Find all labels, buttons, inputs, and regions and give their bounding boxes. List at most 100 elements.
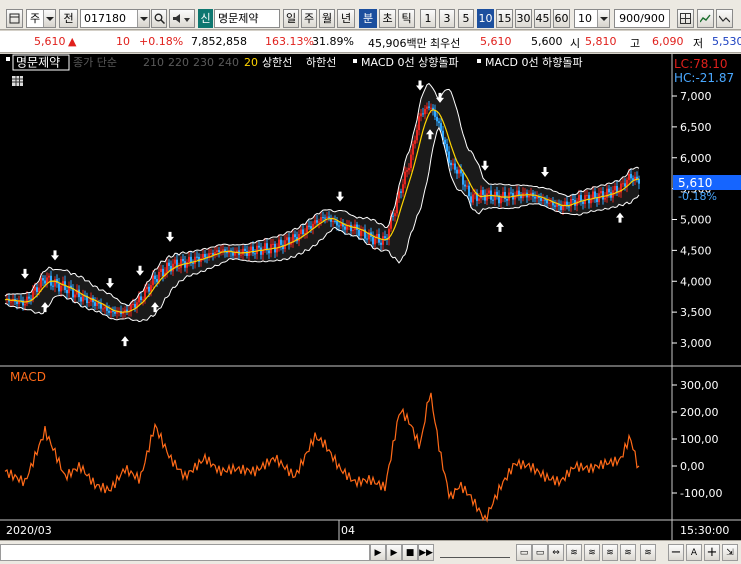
- interval-5[interactable]: 5: [458, 9, 474, 28]
- interval-select[interactable]: 10: [574, 9, 610, 28]
- period-week[interactable]: 주: [301, 9, 317, 28]
- candle-body: [586, 195, 588, 197]
- period-tick[interactable]: 틱: [398, 9, 415, 28]
- candle-body: [560, 205, 562, 210]
- indicator-icon[interactable]: [716, 9, 733, 28]
- stock-name-field[interactable]: 명문제약: [214, 9, 280, 28]
- play-icon[interactable]: ▶: [386, 544, 402, 561]
- chevron-down-icon[interactable]: [43, 10, 55, 27]
- speaker-icon[interactable]: [169, 9, 195, 28]
- candle-body: [372, 236, 374, 245]
- candle-body: [358, 229, 360, 236]
- candle-body: [134, 304, 136, 308]
- candle-body: [248, 250, 250, 256]
- period-day[interactable]: 일: [283, 9, 299, 28]
- count-input[interactable]: 900/900: [614, 9, 670, 28]
- period-year[interactable]: 년: [337, 9, 355, 28]
- grid-icon[interactable]: [677, 9, 694, 28]
- scroll-left-button[interactable]: ▶: [370, 544, 386, 561]
- compress-icon[interactable]: ≋: [566, 544, 582, 561]
- candle-body: [418, 116, 420, 131]
- candle-body: [58, 283, 60, 292]
- sync-icon[interactable]: ≋: [640, 544, 656, 561]
- stop-icon[interactable]: ■: [402, 544, 418, 561]
- candle-body: [114, 311, 116, 314]
- scroll-bars-icon[interactable]: ≋: [584, 544, 600, 561]
- candle-body: [594, 191, 596, 198]
- candle-body: [638, 179, 640, 184]
- interval-60[interactable]: 60: [553, 9, 570, 28]
- low-label: 저: [693, 37, 704, 50]
- period-second[interactable]: 초: [379, 9, 396, 28]
- market-select[interactable]: 주: [26, 9, 56, 28]
- candle-body: [226, 252, 228, 254]
- price-macd-chart[interactable]: 명문제약 종가 단순 210 220 230 240 20 상한선 하한선 MA…: [0, 54, 741, 540]
- period-month[interactable]: 월: [319, 9, 335, 28]
- best-ask: 5,610: [480, 35, 512, 48]
- candle-body: [310, 226, 312, 229]
- candle-body: [608, 188, 610, 193]
- candle-body: [24, 303, 26, 306]
- candle-body: [156, 279, 158, 282]
- interval-30[interactable]: 30: [515, 9, 532, 28]
- chart-settings-icon[interactable]: [697, 9, 714, 28]
- candle-body: [16, 301, 18, 304]
- period-minute[interactable]: 분: [359, 9, 377, 28]
- legend-marker-icon: [6, 57, 10, 61]
- candle-body: [408, 168, 410, 171]
- legend-macd-up: MACD 0선 상향돌파: [361, 56, 459, 69]
- legend-ma-230: 230: [193, 56, 214, 69]
- range-icon[interactable]: ⇔: [548, 544, 564, 561]
- expand-icon[interactable]: ⇲: [722, 544, 738, 561]
- text-size-icon[interactable]: A: [686, 544, 702, 561]
- chevron-down-icon[interactable]: [597, 10, 609, 27]
- chart-area[interactable]: 명문제약 종가 단순 210 220 230 240 20 상한선 하한선 MA…: [0, 54, 741, 540]
- macd-tick-label: 100,00: [680, 433, 719, 446]
- mode-icon[interactable]: ≋: [620, 544, 636, 561]
- candle-body: [454, 163, 456, 170]
- search-icon[interactable]: [151, 9, 167, 28]
- stock-code-input[interactable]: 017180: [80, 9, 150, 28]
- sell-signal-arrow: [21, 268, 29, 279]
- prev-button[interactable]: 전: [59, 9, 78, 28]
- chart-type-icon[interactable]: [6, 9, 23, 28]
- candle-body: [174, 259, 176, 264]
- horizontal-scrollbar[interactable]: [0, 544, 370, 561]
- quote-bar: 5,610 ▲ 10 +0.18% 7,852,858 163.13% 31.8…: [0, 31, 741, 53]
- interval-10[interactable]: 10: [477, 9, 494, 28]
- interval-15[interactable]: 15: [496, 9, 513, 28]
- legend-lower-band: 하한선: [306, 55, 336, 69]
- chevron-down-icon[interactable]: [137, 10, 149, 27]
- replay-slider[interactable]: [440, 548, 510, 558]
- candle-body: [414, 140, 416, 144]
- candle-body: [520, 195, 522, 199]
- candle-body: [308, 225, 310, 227]
- legend-macd-down: MACD 0선 하향돌파: [485, 55, 583, 69]
- candle-body: [420, 113, 422, 117]
- change-amount: 10: [116, 35, 130, 48]
- candle-body: [152, 275, 154, 286]
- step-icon[interactable]: ≋: [602, 544, 618, 561]
- zoom-box-icon[interactable]: ▭: [516, 544, 532, 561]
- current-change-label: -0.18%: [678, 190, 717, 203]
- candle-body: [28, 296, 30, 299]
- toolbar: 주 전 017180 신 명문제약 일 주 월 년 분 초 틱 1 3 5 10…: [0, 0, 741, 30]
- candle-body: [398, 191, 400, 199]
- candle-body: [192, 262, 194, 264]
- fast-forward-icon[interactable]: ▶▶: [418, 544, 434, 561]
- zoom-in-icon[interactable]: +: [704, 544, 720, 561]
- interval-45[interactable]: 45: [534, 9, 551, 28]
- interval-1[interactable]: 1: [420, 9, 436, 28]
- candle-body: [178, 267, 180, 269]
- zoom-out-box-icon[interactable]: ▭: [532, 544, 548, 561]
- macd-tick-label: 0,00: [680, 460, 705, 473]
- candle-body: [172, 263, 174, 272]
- interval-3[interactable]: 3: [439, 9, 455, 28]
- candle-body: [360, 230, 362, 236]
- legend-ma-type: 종가 단순: [73, 56, 117, 69]
- candle-body: [458, 169, 460, 174]
- candle-body: [380, 242, 382, 245]
- data-table-icon[interactable]: [12, 76, 23, 86]
- candle-body: [478, 198, 480, 201]
- zoom-out-icon[interactable]: −: [668, 544, 684, 561]
